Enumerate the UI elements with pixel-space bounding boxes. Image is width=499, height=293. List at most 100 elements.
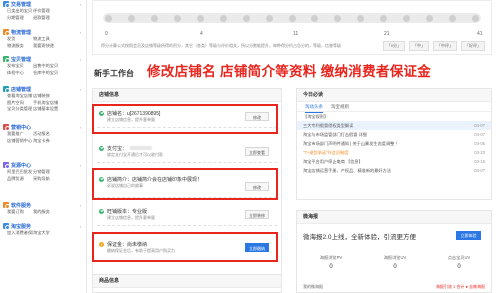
sidebar-link[interactable]: 我的服务 bbox=[33, 209, 59, 216]
sidebar-link[interactable]: 淘宝卡券 bbox=[33, 138, 59, 145]
sidebar-group-header[interactable]: 交易管理 › bbox=[3, 0, 85, 8]
section-title: 新手工作台 bbox=[94, 69, 134, 78]
view-alipay-button[interactable]: 立即查看 bbox=[245, 147, 269, 156]
sidebar-group-header[interactable]: 淘宝服务 › bbox=[3, 222, 85, 230]
sidebar-link[interactable]: 淘宝大学 bbox=[33, 230, 59, 237]
sidebar-group-header[interactable]: 店铺管理 › bbox=[3, 85, 85, 93]
news-date: 03-15 bbox=[474, 159, 485, 164]
sidebar-group-title: 货源中心 bbox=[11, 162, 32, 169]
chevron-right-icon: › bbox=[79, 56, 81, 62]
chevron-right-icon: › bbox=[79, 1, 81, 7]
level-dot bbox=[311, 14, 319, 22]
sidebar-link[interactable]: 店铺营销中心 bbox=[7, 138, 33, 145]
filter-button[interactable]: 「中」 bbox=[409, 41, 429, 51]
sidebar-group: 物流管理 › 发货 物流工具 物流服务 我要寄快递 bbox=[3, 28, 85, 49]
highlight-box bbox=[92, 168, 278, 200]
news-date: 04-05 bbox=[474, 141, 485, 146]
supply-icon bbox=[3, 162, 10, 169]
promo-text: 微海报2.0上线，全新体验，引流更方便 bbox=[303, 234, 417, 241]
level-dot bbox=[265, 14, 273, 22]
tab-headlines[interactable]: 淘动头条 bbox=[305, 104, 323, 113]
stat-label: 海报浏览PV bbox=[319, 255, 343, 260]
filter-button[interactable]: 「中评」 bbox=[433, 41, 457, 51]
chevron-right-icon: › bbox=[79, 124, 81, 130]
sidebar-row: 店铺营销中心 淘宝卡券 bbox=[3, 138, 85, 145]
chevron-right-icon: › bbox=[79, 162, 81, 168]
sidebar-link[interactable]: 我要订购 bbox=[7, 209, 33, 216]
sidebar-link[interactable]: 采购导航 bbox=[33, 176, 59, 183]
sidebar-link[interactable]: 加入消费者保障 bbox=[7, 230, 33, 237]
task-label: 支付宝： bbox=[107, 145, 128, 152]
level-dot bbox=[196, 14, 204, 22]
sidebar-link[interactable]: 分期管理 bbox=[7, 15, 33, 22]
news-date: 03-23 bbox=[474, 150, 485, 155]
poster-footer: 我的微海报 海报引流 1 合计 ● 去做海报 bbox=[303, 284, 485, 290]
sidebar-link[interactable]: 仓库中的宝贝 bbox=[33, 70, 59, 77]
sidebar-link[interactable]: 我要寄快递 bbox=[33, 43, 59, 50]
news-item[interactable]: 淘宝与市场监管部门打击假冒 详细 04-07 bbox=[297, 130, 491, 139]
news-item[interactable]: 淘宝平台用户停止电商 【信息】 03-15 bbox=[297, 157, 491, 166]
sidebar-group-header[interactable]: 物流管理 › bbox=[3, 28, 85, 36]
sidebar-row: 宝贝分类管理 店铺基本设置 bbox=[3, 106, 85, 113]
news-tabs: 淘动头条 淘宝规则 bbox=[297, 102, 491, 113]
trade-icon bbox=[3, 1, 10, 8]
sidebar-group: 货源中心 › 阿里巴巴批发 分销管理 品牌货源 采购导航 bbox=[3, 161, 85, 182]
shop-icon bbox=[3, 86, 10, 93]
sidebar-group-header[interactable]: 宝贝管理 › bbox=[3, 55, 85, 63]
sidebar-link[interactable]: 品牌货源 bbox=[7, 176, 33, 183]
try-now-button[interactable]: 立即体验 bbox=[456, 231, 481, 240]
news-item[interactable]: 淘宝店铺运营手册，产权品、精准新的最好方法 04-07 bbox=[297, 166, 491, 175]
level-dot bbox=[288, 14, 296, 22]
decorate-shop-button[interactable]: 立即装修 bbox=[245, 210, 269, 219]
level-dot bbox=[357, 14, 365, 22]
sidebar-group-title: 营销中心 bbox=[11, 124, 32, 131]
scale-label: 0 bbox=[105, 31, 108, 37]
level-dot bbox=[105, 14, 112, 22]
filter-button[interactable]: 「0分」 bbox=[382, 41, 405, 51]
scale-label: 11 bbox=[293, 31, 299, 37]
task-label: 旺铺版本：专业版 bbox=[107, 208, 148, 215]
sidebar-link[interactable]: 宝贝分类管理 bbox=[7, 106, 33, 113]
check-icon bbox=[99, 145, 104, 151]
chevron-right-icon: › bbox=[79, 29, 81, 35]
news-item[interactable]: "7+退货承诺"外会员制度 03-23 bbox=[297, 148, 491, 157]
sidebar-group-title: 淘宝服务 bbox=[11, 223, 32, 230]
news-title: 淘宝与市场监管部门打击假冒 详细 bbox=[303, 131, 367, 137]
news-item[interactable]: 淘宝市场部门声明件通知 | 关于山寨发生态度调整 ！ 04-05 bbox=[297, 139, 491, 148]
stat-value: 0 bbox=[457, 264, 461, 270]
stat-label: 海报浏览UV bbox=[383, 255, 407, 260]
stat-value: 0 bbox=[393, 264, 397, 270]
goods-icon bbox=[3, 56, 10, 63]
score-note: 得分计算公式按照会员及店铺等级所得的积分，其它（各类）等级与评价相关，所以分数能… bbox=[101, 43, 341, 48]
sidebar-group-header[interactable]: 软件服务 › bbox=[3, 201, 85, 209]
my-posters-link[interactable]: 我的微海报 bbox=[303, 284, 323, 290]
filter-button[interactable]: 「好评」 bbox=[461, 41, 485, 51]
micro-poster-card: 微海报 微海报2.0上线，全新体验，引流更方便 立即体验 海报浏览PV 0 海报… bbox=[296, 210, 492, 293]
shop-level-card: 0 4 11 21 41 得分计算公式按照会员及店铺等级所得的积分，其它（各类）… bbox=[92, 0, 492, 55]
sidebar-group: 营销中心 › 我要推广 活动报名 店铺营销中心 淘宝卡券 bbox=[3, 123, 85, 144]
sidebar-group-header[interactable]: 货源中心 › bbox=[3, 161, 85, 169]
masked-account bbox=[130, 146, 153, 150]
sidebar-group: 软件服务 › 我要订购 我的服务 bbox=[3, 201, 85, 216]
sidebar-row: 我要订购 我的服务 bbox=[3, 209, 85, 216]
level-dot bbox=[242, 14, 250, 22]
sidebar-link[interactable]: 体检中心 bbox=[7, 70, 33, 77]
news-item[interactable]: 三大专利假冒侵权类型解读 04-07 bbox=[297, 121, 491, 130]
goods-info-card: 商品信息 bbox=[92, 274, 282, 293]
highlight-box bbox=[92, 104, 278, 134]
sidebar-group-title: 店铺管理 bbox=[11, 86, 32, 93]
card-title: 店铺信息 bbox=[93, 89, 281, 102]
level-dot bbox=[150, 14, 158, 22]
scale-label: 4 bbox=[200, 31, 203, 37]
sidebar-link[interactable]: 退款管理 bbox=[33, 15, 59, 22]
news-title: 【淘宝规则】 bbox=[303, 113, 329, 119]
chevron-right-icon: › bbox=[79, 202, 81, 208]
sidebar-group-header[interactable]: 营销中心 › bbox=[3, 123, 85, 131]
sidebar-link[interactable]: 物流服务 bbox=[7, 43, 33, 50]
sidebar-link[interactable]: 店铺基本设置 bbox=[33, 106, 59, 113]
make-poster-link[interactable]: 海报引流 1 合计 ● 去做海报 bbox=[436, 284, 485, 290]
sidebar-group: 店铺管理 › 查看淘宝店铺 店铺装修 图片空间 手机淘宝店铺 宝贝分类管理 店铺基本设置 bbox=[3, 85, 85, 113]
news-item[interactable]: 【淘宝规则】 bbox=[297, 112, 491, 121]
tab-rules[interactable]: 淘宝规则 bbox=[331, 104, 349, 110]
news-title: 淘宝平台用户停止电商 【信息】 bbox=[303, 158, 363, 164]
